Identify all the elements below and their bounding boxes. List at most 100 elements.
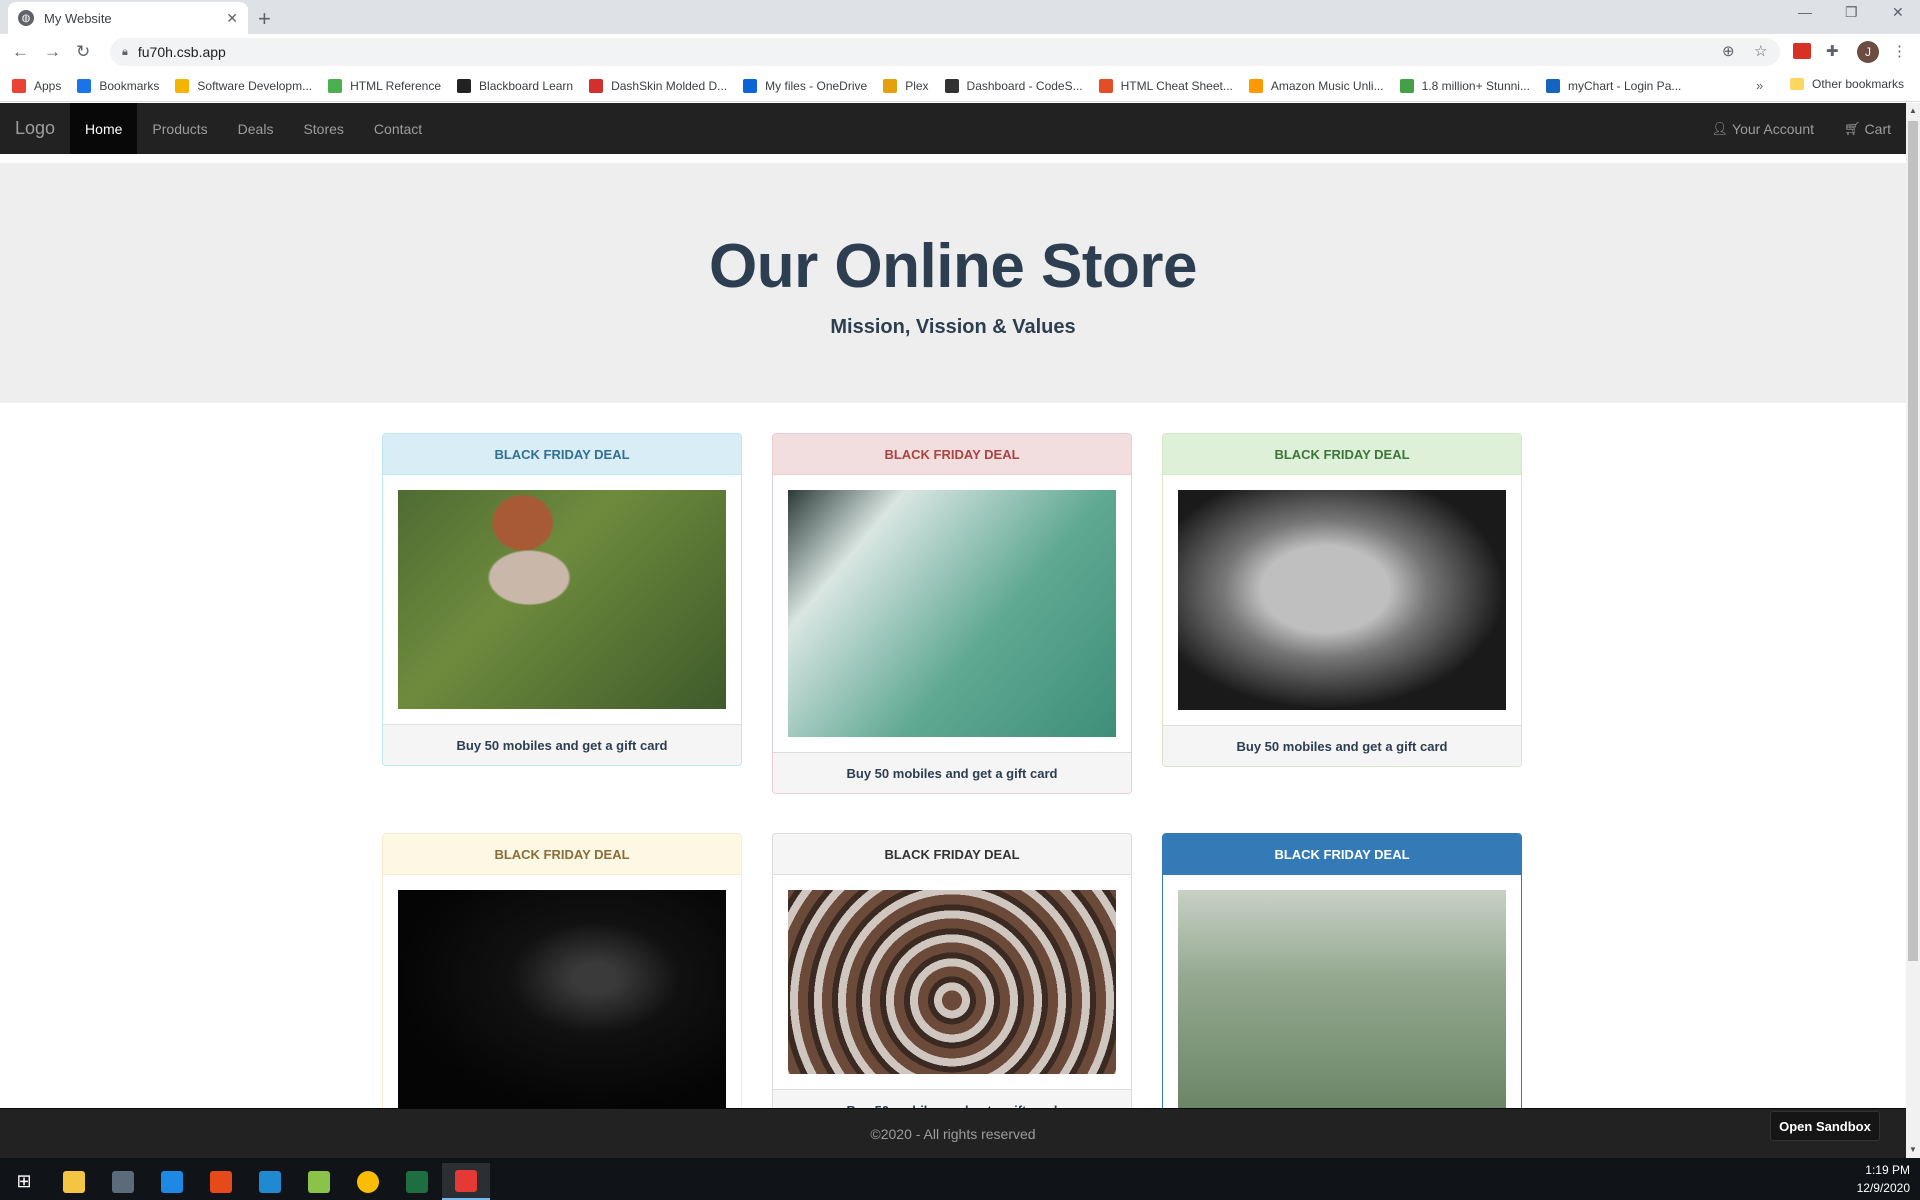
mail-icon[interactable] bbox=[148, 1163, 196, 1200]
reload-icon[interactable]: ↻ bbox=[76, 42, 90, 62]
cloud-icon bbox=[743, 78, 758, 93]
blackboard-icon bbox=[457, 78, 472, 93]
file-explorer-icon[interactable] bbox=[50, 1163, 98, 1200]
site-footer: ©2020 - All rights reserved bbox=[0, 1108, 1906, 1158]
bookmark-item[interactable]: 1.8 million+ Stunni... bbox=[1399, 78, 1530, 93]
deal-card: BLACK FRIDAY DEAL bbox=[1162, 833, 1522, 1126]
office-icon[interactable] bbox=[197, 1163, 245, 1200]
other-bookmarks[interactable]: Other bookmarks bbox=[1790, 77, 1904, 91]
bookmark-item[interactable]: DashSkin Molded D... bbox=[589, 78, 728, 93]
nav-contact[interactable]: Contact bbox=[359, 103, 437, 154]
bookmark-item[interactable]: Dashboard - CodeS... bbox=[944, 78, 1083, 93]
back-icon[interactable]: ← bbox=[12, 42, 29, 62]
bookmark-item[interactable]: HTML Reference bbox=[328, 78, 442, 93]
globe-icon: ◍ bbox=[18, 10, 34, 26]
clock-time: 1:19 PM bbox=[1865, 1163, 1910, 1177]
grass-field-photo bbox=[1178, 890, 1506, 1110]
new-tab-button[interactable]: + bbox=[258, 6, 271, 32]
bookmark-item[interactable]: Blackboard Learn bbox=[457, 78, 574, 93]
system-clock[interactable]: 1:19 PM 12/9/2020 bbox=[1857, 1161, 1910, 1197]
bookmark-label: HTML Reference bbox=[350, 78, 442, 93]
folder-icon bbox=[1790, 78, 1804, 90]
bookmark-item[interactable]: My files - OneDrive bbox=[743, 78, 867, 93]
deal-card-heading: BLACK FRIDAY DEAL bbox=[773, 434, 1131, 475]
bookmark-item[interactable]: Bookmarks bbox=[77, 78, 159, 93]
snipping-tool-icon[interactable] bbox=[442, 1163, 490, 1200]
deal-card-footer: Buy 50 mobiles and get a gift card bbox=[1163, 725, 1521, 766]
site-logo[interactable]: Logo bbox=[0, 103, 70, 154]
restore-icon[interactable]: ❐ bbox=[1845, 4, 1858, 21]
windows-start-icon[interactable]: ⊞ bbox=[0, 1163, 48, 1200]
child-in-grass-photo bbox=[398, 490, 726, 709]
nav-stores[interactable]: Stores bbox=[288, 103, 358, 154]
page-viewport: Logo Home Products Deals Stores Contact 👤︎ Y… bbox=[0, 103, 1906, 1158]
bookmark-label: Plex bbox=[905, 78, 929, 93]
spiral-staircase-photo bbox=[788, 890, 1116, 1074]
hero-title: Our Online Store bbox=[708, 232, 1198, 301]
minimize-icon[interactable]: — bbox=[1798, 4, 1812, 20]
shield-icon bbox=[1098, 78, 1113, 93]
excel-icon[interactable] bbox=[393, 1163, 441, 1200]
bookmark-label: Blackboard Learn bbox=[479, 78, 574, 93]
install-icon[interactable]: ⊕ bbox=[1722, 42, 1735, 60]
close-window-icon[interactable]: ✕ bbox=[1892, 4, 1904, 21]
bookmark-item[interactable]: Plex bbox=[883, 78, 929, 93]
deal-card: BLACK FRIDAY DEAL Buy 50 mobiles and get … bbox=[772, 433, 1132, 794]
bookmark-item[interactable]: Amazon Music Unli... bbox=[1248, 78, 1384, 93]
tab-title: My Website bbox=[44, 10, 112, 26]
clock-date: 12/9/2020 bbox=[1856, 1181, 1910, 1195]
scrollbar-thumb[interactable] bbox=[1908, 121, 1918, 961]
forward-icon[interactable]: → bbox=[44, 42, 61, 62]
deal-card-heading: BLACK FRIDAY DEAL bbox=[383, 834, 741, 875]
menu-kebab-icon[interactable]: ⋮ bbox=[1892, 42, 1907, 60]
gear-icon bbox=[175, 78, 190, 93]
calculator-icon[interactable] bbox=[99, 1163, 147, 1200]
codesandbox-icon bbox=[944, 78, 959, 93]
scroll-down-icon[interactable]: ▼ bbox=[1909, 1145, 1917, 1154]
bookmark-item[interactable]: HTML Cheat Sheet... bbox=[1098, 78, 1233, 93]
extensions-puzzle-icon[interactable]: ✚ bbox=[1826, 42, 1839, 60]
bookmark-item[interactable]: Apps bbox=[12, 78, 61, 93]
amazon-icon bbox=[1248, 78, 1263, 93]
deal-card-body bbox=[773, 475, 1131, 752]
nav-products[interactable]: Products bbox=[137, 103, 222, 154]
px-icon bbox=[1399, 78, 1414, 93]
deal-card-heading: BLACK FRIDAY DEAL bbox=[773, 834, 1131, 875]
url-text: fu70h.csb.app bbox=[137, 44, 226, 60]
deal-card-footer: Buy 50 mobiles and get a gift card bbox=[383, 724, 741, 765]
browser-toolbar: ← → ↻ 🔒︎ fu70h.csb.app ⊕ ☆ ✚ ⋮ bbox=[0, 34, 1920, 70]
bookmark-item[interactable]: Software Developm... bbox=[175, 78, 313, 93]
windows-taskbar: ⊞ 1:19 PM 12/9/2020 bbox=[0, 1158, 1920, 1200]
bookmark-label: DashSkin Molded D... bbox=[611, 78, 728, 93]
hero-section: Our Online Store Mission, Vission & Valu… bbox=[0, 163, 1906, 403]
deal-card-body bbox=[773, 875, 1131, 1089]
bookmarks-bar: Apps Bookmarks Software Developm... HTML Re… bbox=[0, 70, 1920, 102]
open-sandbox-button[interactable]: Open Sandbox bbox=[1770, 1111, 1880, 1141]
extension-icon[interactable] bbox=[1793, 43, 1811, 59]
more-bookmarks-icon[interactable]: » bbox=[1756, 78, 1763, 93]
bookmark-star-icon[interactable]: ☆ bbox=[1754, 42, 1767, 60]
bookmark-label: myChart - Login Pa... bbox=[1567, 78, 1682, 93]
browser-tab[interactable]: ◍ My Website ✕ bbox=[8, 2, 248, 34]
bookmark-label: Dashboard - CodeS... bbox=[966, 78, 1083, 93]
bookmark-label: 1.8 million+ Stunni... bbox=[1421, 78, 1530, 93]
cart-link[interactable]: 🛒︎ Cart bbox=[1829, 103, 1906, 154]
bookmark-label: Amazon Music Unli... bbox=[1270, 78, 1384, 93]
vscode-icon[interactable] bbox=[246, 1163, 294, 1200]
nav-home[interactable]: Home bbox=[70, 103, 138, 154]
notepadpp-icon[interactable] bbox=[295, 1163, 343, 1200]
account-link[interactable]: 👤︎ Your Account bbox=[1697, 103, 1830, 154]
deal-card-body bbox=[1163, 475, 1521, 725]
address-bar[interactable]: 🔒︎ fu70h.csb.app bbox=[110, 38, 1780, 66]
deal-card-heading: BLACK FRIDAY DEAL bbox=[383, 434, 741, 475]
plex-icon bbox=[883, 78, 898, 93]
scroll-up-icon[interactable]: ▲ bbox=[1909, 106, 1917, 115]
nav-deals[interactable]: Deals bbox=[223, 103, 289, 154]
profile-avatar[interactable]: J bbox=[1857, 41, 1879, 63]
page-scrollbar[interactable]: ▲ ▼ bbox=[1906, 103, 1920, 1158]
chrome-icon[interactable] bbox=[344, 1163, 392, 1200]
dark-portrait-photo bbox=[398, 890, 726, 1110]
close-tab-icon[interactable]: ✕ bbox=[226, 10, 238, 27]
bookmark-item[interactable]: myChart - Login Pa... bbox=[1545, 78, 1682, 93]
bookmark-label: Software Developm... bbox=[197, 78, 313, 93]
